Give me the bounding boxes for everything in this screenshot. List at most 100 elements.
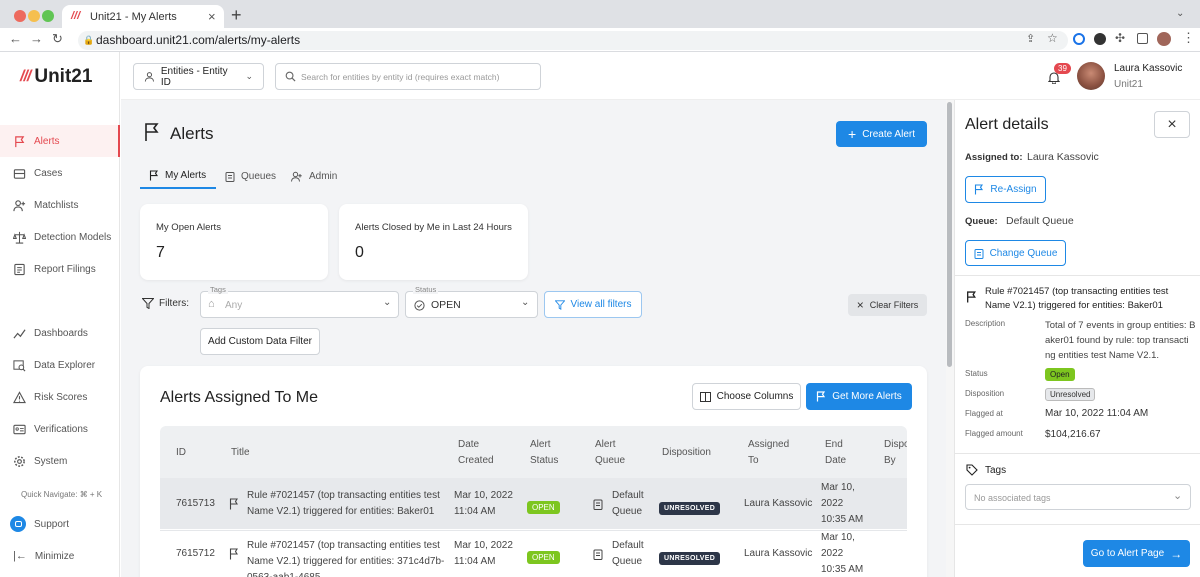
tags-filter-select[interactable]: Tags ⌂ Any ⌄: [200, 285, 399, 318]
support-button[interactable]: Support: [0, 508, 120, 540]
window-maximize-button[interactable]: [42, 10, 54, 22]
column-header-alert-queue[interactable]: Alert Queue: [595, 437, 625, 469]
create-alert-label: Create Alert: [862, 128, 915, 140]
notifications-button[interactable]: 39: [1047, 63, 1071, 88]
sidebar-item-system[interactable]: System: [0, 445, 120, 477]
row-assigned-to: Laura Kassovic: [744, 498, 813, 509]
filter-icon: [554, 299, 565, 310]
divider: [955, 275, 1200, 276]
tab-label: My Alerts: [165, 169, 207, 181]
user-avatar[interactable]: [1077, 62, 1105, 90]
sidebar-item-dashboards[interactable]: Dashboards: [0, 317, 120, 349]
entity-search-input[interactable]: Search for entities by entity id (requir…: [275, 63, 541, 90]
report-icon: [14, 263, 25, 275]
support-chat-icon: [10, 516, 26, 532]
alerts-table-card: Alerts Assigned To Me Choose Columns Get…: [140, 366, 927, 577]
column-header-assigned-to[interactable]: Assigned To: [748, 437, 789, 469]
tab-queues[interactable]: Queues: [225, 163, 276, 189]
description-label: Description: [965, 319, 1006, 328]
entity-type-select[interactable]: Entities - Entity ID ⌄: [133, 63, 264, 90]
user-org: Unit21: [1114, 79, 1143, 90]
sidebar-item-detection-models[interactable]: Detection Models: [0, 221, 120, 253]
sidebar-item-data-explorer[interactable]: Data Explorer: [0, 349, 120, 381]
window-close-button[interactable]: [14, 10, 26, 22]
reassign-button[interactable]: Re-Assign: [965, 176, 1046, 203]
clear-filters-button[interactable]: × Clear Filters: [848, 294, 927, 316]
forward-arrow-icon[interactable]: →: [30, 31, 43, 46]
column-header-date-created[interactable]: Date Created: [458, 437, 494, 469]
go-to-alert-page-button[interactable]: Go to Alert Page →: [1083, 540, 1190, 567]
status-filter-value: OPEN: [431, 299, 461, 311]
column-header-alert-status[interactable]: Alert Status: [530, 437, 558, 469]
browser-chrome: /// Unit21 - My Alerts × + ⌄ ← → ↻ 🔒 das…: [0, 0, 1200, 52]
profile-avatar-icon[interactable]: [1157, 32, 1171, 46]
flagged-amount-value: $104,216.67: [1045, 429, 1101, 440]
tags-select[interactable]: No associated tags ⌄: [965, 484, 1191, 510]
flagged-amount-label: Flagged amount: [965, 429, 1023, 438]
url-field[interactable]: 🔒 dashboard.unit21.com/alerts/my-alerts: [78, 31, 1068, 50]
column-header-disposition[interactable]: Disposition: [662, 445, 711, 461]
sidebar-item-cases[interactable]: Cases: [0, 157, 120, 189]
sidebar-item-verifications[interactable]: Verifications: [0, 413, 120, 445]
change-queue-button[interactable]: Change Queue: [965, 240, 1066, 266]
support-label: Support: [34, 518, 70, 530]
stat-label: Alerts Closed by Me in Last 24 Hours: [355, 222, 512, 233]
column-header-disposed-by[interactable]: Dispo By: [884, 437, 907, 469]
unit21-favicon-icon: ///: [71, 10, 81, 22]
share-icon[interactable]: ⇪: [1026, 32, 1035, 45]
scrollbar-thumb[interactable]: [947, 102, 952, 367]
sidepanel-icon[interactable]: [1137, 33, 1148, 44]
extension-icon-2[interactable]: [1094, 33, 1106, 45]
status-filter-select[interactable]: Status OPEN ⌄: [405, 285, 538, 318]
minimize-sidebar-button[interactable]: |← Minimize: [0, 540, 120, 572]
sidebar-item-alerts[interactable]: Alerts: [0, 125, 120, 157]
tab-admin[interactable]: Admin: [291, 163, 337, 189]
plus-icon: +: [848, 126, 857, 142]
row-title[interactable]: Rule #7021457 (top transacting entities …: [247, 538, 444, 577]
id-card-icon: [13, 424, 26, 434]
main-scrollbar[interactable]: [946, 100, 954, 577]
window-minimize-button[interactable]: [28, 10, 40, 22]
choose-columns-button[interactable]: Choose Columns: [692, 383, 801, 410]
sidebar-item-risk-scores[interactable]: Risk Scores: [0, 381, 120, 413]
stat-card-open-alerts[interactable]: My Open Alerts 7: [140, 204, 328, 280]
sidebar-item-label: Detection Models: [34, 231, 112, 243]
search-placeholder: Search for entities by entity id (requir…: [301, 72, 500, 82]
stat-card-closed-alerts[interactable]: Alerts Closed by Me in Last 24 Hours 0: [339, 204, 528, 280]
tab-close-icon[interactable]: ×: [208, 9, 216, 24]
sidebar-item-label: Cases: [34, 167, 63, 179]
puzzle-extensions-icon[interactable]: ✣: [1115, 31, 1125, 45]
view-all-filters-button[interactable]: View all filters: [544, 291, 642, 318]
tab-my-alerts[interactable]: My Alerts: [140, 163, 216, 189]
column-header-end-date[interactable]: End Date: [825, 437, 846, 469]
unit21-logo[interactable]: /// Unit21: [20, 66, 92, 88]
create-alert-button[interactable]: + Create Alert: [836, 121, 927, 147]
disposition-badge: UNRESOLVED: [659, 547, 721, 565]
new-tab-icon[interactable]: +: [231, 5, 242, 25]
column-header-id[interactable]: ID: [176, 445, 186, 461]
tab-label: Admin: [309, 170, 338, 182]
status-badge: OPEN: [527, 497, 560, 515]
clear-filters-label: Clear Filters: [869, 300, 919, 310]
flag-icon: [15, 135, 25, 147]
column-header-title[interactable]: Title: [231, 445, 250, 461]
sidebar-item-matchlists[interactable]: Matchlists: [0, 189, 120, 221]
tags-filter-label: Tags: [208, 285, 228, 294]
divider: [955, 453, 1200, 454]
row-title[interactable]: Rule #7021457 (top transacting entities …: [247, 488, 440, 520]
tab-list-chevron-icon[interactable]: ⌄: [1176, 8, 1184, 19]
extension-icon[interactable]: [1073, 33, 1085, 45]
more-menu-icon[interactable]: ⋮: [1182, 30, 1195, 46]
bookmark-star-icon[interactable]: ☆: [1047, 31, 1058, 45]
get-more-alerts-label: Get More Alerts: [832, 391, 902, 402]
stat-value: 7: [156, 244, 165, 261]
sidebar-item-report-filings[interactable]: Report Filings: [0, 253, 120, 285]
browser-tab[interactable]: /// Unit21 - My Alerts ×: [62, 5, 224, 28]
row-end-date: Mar 10, 2022 10:35 AM: [821, 482, 864, 525]
back-arrow-icon[interactable]: ←: [9, 31, 22, 46]
row-date-created: Mar 10, 2022 11:04 AM: [454, 540, 513, 567]
get-more-alerts-button[interactable]: Get More Alerts: [806, 383, 912, 410]
reload-icon[interactable]: ↻: [52, 31, 63, 47]
close-panel-button[interactable]: ×: [1154, 111, 1190, 138]
add-custom-filter-button[interactable]: Add Custom Data Filter: [200, 328, 320, 355]
